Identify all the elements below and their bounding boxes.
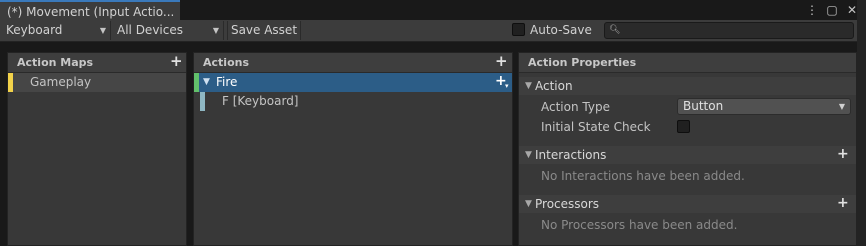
interactions-section-header[interactable]: ▼ Interactions + bbox=[519, 146, 856, 164]
device-dropdown[interactable]: All Devices ▼ bbox=[111, 21, 224, 40]
add-interaction-plus-icon[interactable]: + bbox=[837, 145, 849, 163]
action-type-select[interactable]: Button ▼ bbox=[677, 98, 851, 115]
expand-triangle-icon: ▼ bbox=[525, 81, 532, 91]
search-input[interactable]: 🔍︎ bbox=[604, 22, 854, 39]
add-processor-plus-icon[interactable]: + bbox=[837, 194, 849, 212]
action-properties-panel: Action Properties ▼ Action Action Type B… bbox=[518, 52, 857, 246]
action-label: Fire bbox=[216, 75, 238, 89]
chevron-down-icon: ▼ bbox=[99, 26, 106, 35]
auto-save-label: Auto-Save bbox=[530, 23, 592, 37]
action-maps-title: Action Maps bbox=[17, 56, 94, 69]
action-map-color-bar bbox=[8, 73, 13, 92]
action-properties-header: Action Properties bbox=[519, 53, 856, 73]
binding-color-bar bbox=[200, 92, 205, 111]
action-section-header[interactable]: ▼ Action bbox=[519, 77, 856, 95]
control-scheme-dropdown[interactable]: Keyboard ▼ bbox=[0, 21, 111, 40]
toolbar: Keyboard ▼ All Devices ▼ Save Asset Auto… bbox=[0, 20, 866, 42]
initial-state-check-checkbox[interactable] bbox=[677, 120, 690, 133]
control-scheme-value: Keyboard bbox=[6, 23, 63, 37]
auto-save-checkbox[interactable] bbox=[512, 23, 525, 36]
action-type-value: Button bbox=[683, 99, 724, 113]
interactions-section-label: Interactions bbox=[535, 148, 607, 162]
processors-section-label: Processors bbox=[535, 197, 600, 211]
action-maps-panel: Action Maps + Gameplay bbox=[7, 52, 187, 246]
window-controls: ⋮ ▢ ✕ bbox=[806, 2, 858, 18]
processors-section-header[interactable]: ▼ Processors + bbox=[519, 195, 856, 213]
action-maps-header: Action Maps bbox=[8, 53, 186, 73]
search-icon: 🔍︎ bbox=[609, 25, 621, 35]
list-item[interactable]: ▼ Fire + ▾ bbox=[194, 73, 512, 92]
action-map-label: Gameplay bbox=[30, 75, 92, 89]
window-tab[interactable]: (*) Movement (Input Actio... bbox=[0, 0, 180, 22]
plus-icon[interactable]: + bbox=[170, 53, 183, 70]
chevron-down-icon: ▼ bbox=[212, 26, 219, 35]
tab-bar: (*) Movement (Input Actio... ⋮ ▢ ✕ bbox=[0, 0, 866, 22]
actions-header: Actions bbox=[194, 53, 512, 73]
action-color-bar bbox=[194, 73, 199, 92]
action-type-label: Action Type bbox=[541, 100, 610, 114]
expand-triangle-icon: ▼ bbox=[525, 199, 532, 209]
action-properties-title: Action Properties bbox=[528, 56, 637, 69]
binding-label: F [Keyboard] bbox=[222, 94, 299, 108]
chevron-down-icon: ▼ bbox=[838, 102, 845, 111]
expand-triangle-icon[interactable]: ▼ bbox=[203, 73, 210, 92]
action-section-label: Action bbox=[535, 79, 573, 93]
save-asset-button[interactable]: Save Asset bbox=[227, 21, 301, 40]
initial-state-check-label: Initial State Check bbox=[541, 120, 651, 134]
interactions-empty-text: No Interactions have been added. bbox=[541, 169, 745, 183]
actions-title: Actions bbox=[203, 56, 249, 69]
maximize-icon[interactable]: ▢ bbox=[826, 2, 838, 18]
list-item[interactable]: F [Keyboard] bbox=[194, 92, 512, 111]
kebab-menu-icon[interactable]: ⋮ bbox=[806, 2, 818, 18]
list-item[interactable]: Gameplay bbox=[8, 73, 186, 92]
window-frame-edge bbox=[857, 0, 866, 246]
plus-icon[interactable]: + bbox=[495, 53, 508, 70]
processors-empty-text: No Processors have been added. bbox=[541, 218, 738, 232]
device-value: All Devices bbox=[117, 23, 183, 37]
expand-triangle-icon: ▼ bbox=[525, 150, 532, 160]
actions-panel: Actions + ▼ Fire + ▾ F [Keyboard] bbox=[193, 52, 513, 246]
